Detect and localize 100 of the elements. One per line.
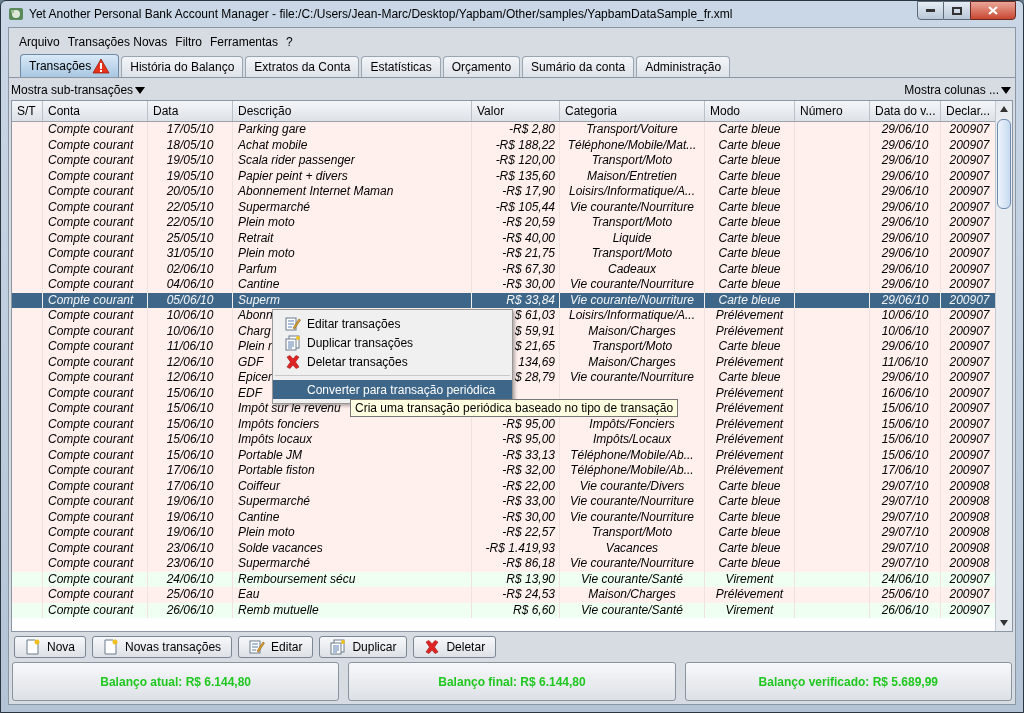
- table-cell: 19/06/10: [166, 494, 214, 510]
- table-cell: Impôts/Fonciers: [589, 416, 675, 432]
- table-cell: Compte courant: [48, 277, 134, 293]
- table-cell: Prélévement: [715, 354, 784, 370]
- table-cell: 200907: [949, 199, 990, 215]
- table-cell: Maison/Charges: [588, 323, 676, 339]
- table-cell: Impôt sur le revenu: [238, 401, 341, 417]
- table-cell: 200907: [949, 246, 990, 262]
- table-cell: 200908: [949, 478, 990, 494]
- table-cell: Prélévement: [715, 401, 784, 417]
- table-cell: Compte courant: [48, 509, 134, 525]
- table-cell: 200907: [949, 416, 990, 432]
- table-cell: Papier peint + divers: [238, 168, 348, 184]
- table-cell: 24/06/10: [881, 571, 929, 587]
- table-cell: Abonn: [238, 308, 273, 324]
- table-cell: Compte courant: [48, 602, 134, 618]
- table-cell: Vacances: [605, 540, 659, 556]
- table-cell: Compte courant: [48, 556, 134, 572]
- table-cell: 02/06/10: [166, 261, 214, 277]
- table-cell: Scala rider passenger: [238, 153, 355, 169]
- table-cell: Solde vacances: [238, 540, 323, 556]
- table-cell: Transport/Moto: [591, 246, 673, 262]
- table-cell: Compte courant: [48, 370, 134, 386]
- table-cell: Portable fiston: [238, 463, 315, 479]
- table-cell: Vie courante/Nourriture: [570, 494, 694, 510]
- table-cell: 200907: [949, 168, 990, 184]
- table-cell: 200907: [949, 137, 990, 153]
- table-cell: -R$ 86,18: [502, 556, 555, 572]
- table-cell: Parking gare: [238, 122, 307, 138]
- table-cell: Carte bleue: [718, 556, 781, 572]
- table-cell: Carte bleue: [718, 277, 781, 293]
- table-cell: Compte courant: [48, 447, 134, 463]
- table-cell: $ 21,65: [514, 339, 555, 355]
- table-cell: 19/05/10: [166, 153, 214, 169]
- table-cell: 200907: [949, 370, 990, 386]
- table-cell: Compte courant: [48, 571, 134, 587]
- table-cell: 29/06/10: [881, 168, 929, 184]
- table-cell: Téléphone/Mobile/Ab...: [570, 447, 694, 463]
- table-cell: Impôts locaux: [238, 432, 313, 448]
- table-cell: 26/06/10: [881, 602, 929, 618]
- table-cell: Téléphone/Mobile/Mat...: [567, 137, 697, 153]
- table-cell: 200907: [949, 602, 990, 618]
- table-cell: 10/06/10: [166, 323, 214, 339]
- table-cell: 23/06/10: [166, 556, 214, 572]
- table-cell: 200907: [949, 292, 990, 308]
- table-cell: Transport/Voiture: [586, 122, 678, 138]
- table-cell: Carte bleue: [718, 215, 781, 231]
- table-cell: 200907: [949, 354, 990, 370]
- table-cell: Remb mutuelle: [238, 602, 319, 618]
- table-cell: -R$ 17,90: [502, 184, 555, 200]
- table-cell: 16/06/10: [881, 385, 929, 401]
- table-cell: 200907: [949, 215, 990, 231]
- table-cell: 200907: [949, 401, 990, 417]
- table-cell: Supermarché: [238, 199, 311, 215]
- table-cell: -R$ 22,00: [502, 478, 555, 494]
- balance-display: Balanço atual: R$ 6.144,80: [12, 662, 340, 701]
- table-cell: 29/06/10: [881, 370, 929, 386]
- table-cell: 31/05/10: [166, 246, 214, 262]
- table-cell: 200907: [949, 339, 990, 355]
- table-cell: 200907: [949, 587, 990, 603]
- table-cell: Carte bleue: [718, 525, 781, 541]
- table-cell: Loisirs/Informatique/A...: [568, 308, 696, 324]
- table-cell: Compte courant: [48, 215, 134, 231]
- table-cell: 10/06/10: [881, 308, 929, 324]
- table-cell: Compte courant: [48, 230, 134, 246]
- table-cell: 19/06/10: [166, 509, 214, 525]
- table-cell: 200907: [949, 261, 990, 277]
- table-cell: Maison/Charges: [588, 354, 676, 370]
- table-cell: 200907: [949, 571, 990, 587]
- window-title: Yet Another Personal Bank Account Manager - file:/C:/Users/Jean-Marc/Desktop/Yapbam/Other/samples/YapbamDataSample_fr.xml: [29, 6, 733, 23]
- table-cell: Charg: [238, 323, 271, 339]
- table-cell: Cadeaux: [607, 261, 656, 277]
- table-cell: 200907: [949, 184, 990, 200]
- table-cell: 29/06/10: [881, 230, 929, 246]
- table-cell: Cantine: [238, 277, 280, 293]
- table-cell: 29/07/10: [881, 509, 929, 525]
- table-cell: 200907: [949, 323, 990, 339]
- table-cell: Compte courant: [48, 354, 134, 370]
- table-cell: Loisirs/Informatique/A...: [568, 184, 696, 200]
- table-cell: Prélévement: [715, 323, 784, 339]
- table-cell: 200907: [949, 447, 990, 463]
- table-cell: Impôts/Locaux: [592, 432, 671, 448]
- table-cell: 200907: [949, 385, 990, 401]
- table-cell: Carte bleue: [718, 370, 781, 386]
- table-cell: 10/06/10: [881, 323, 929, 339]
- table-cell: Carte bleue: [718, 478, 781, 494]
- table-cell: Vie courante/Nourriture: [570, 292, 694, 308]
- table-cell: EDF: [238, 385, 262, 401]
- table-cell: R$ 13,90: [506, 571, 555, 587]
- table-cell: 200907: [949, 153, 990, 169]
- table-cell: 29/06/10: [881, 339, 929, 355]
- table-cell: Supermarché: [238, 494, 311, 510]
- table-cell: 29/06/10: [881, 277, 929, 293]
- table-cell: 11/06/10: [882, 354, 928, 370]
- table-cell: $ 28,79: [514, 370, 555, 386]
- table-cell: Prélévement: [715, 385, 784, 401]
- table-cell: 29/06/10: [881, 137, 929, 153]
- table-cell: Compte courant: [48, 184, 134, 200]
- table-cell: Compte courant: [48, 525, 134, 541]
- table-cell: -R$ 33,13: [502, 447, 555, 463]
